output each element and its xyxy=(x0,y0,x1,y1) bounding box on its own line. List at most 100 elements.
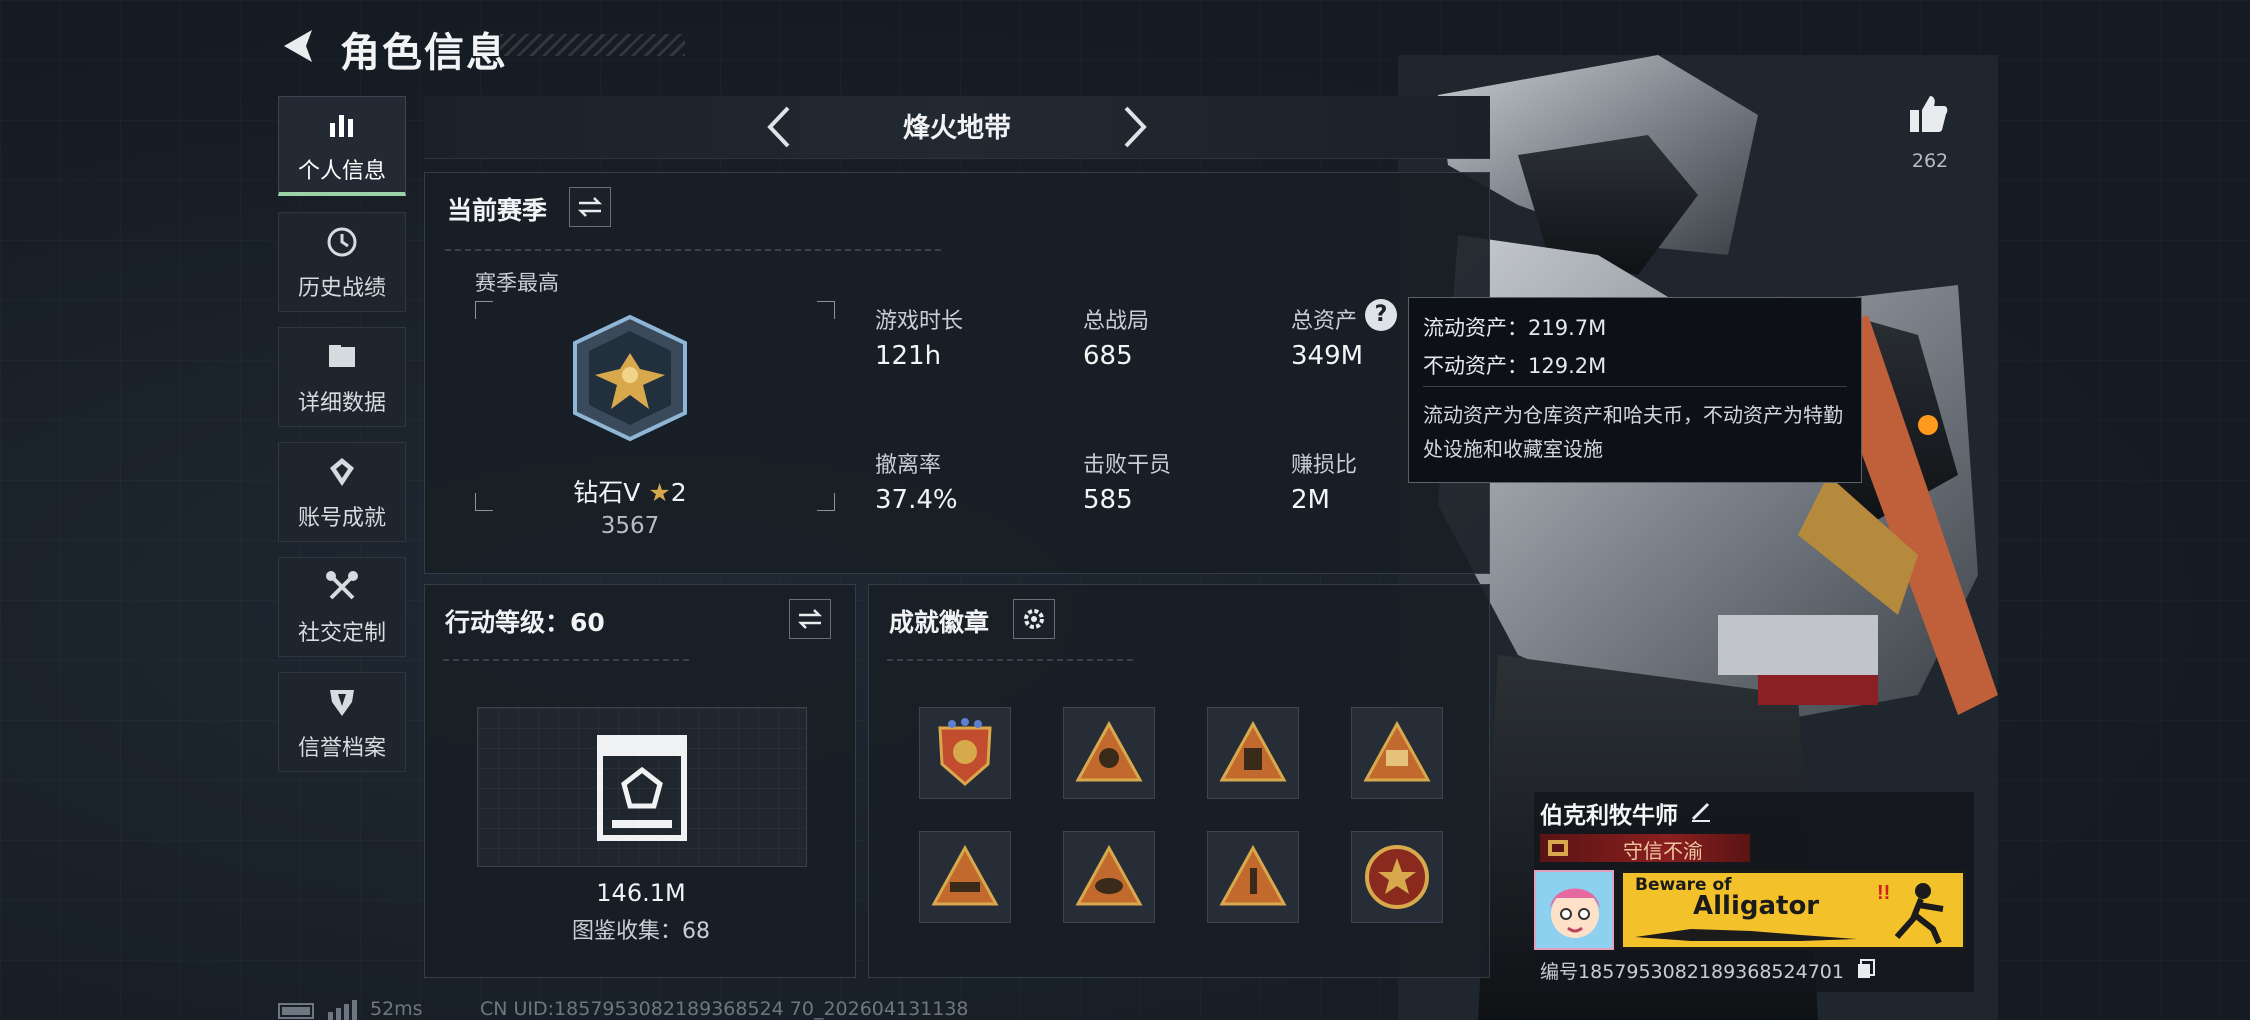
divider xyxy=(445,249,945,251)
chevron-left-icon[interactable] xyxy=(760,100,800,154)
action-level-switch-button[interactable] xyxy=(789,599,831,639)
rank-score: 3567 xyxy=(600,513,660,539)
page-title: 角色信息 xyxy=(340,30,508,76)
achievement-icon xyxy=(330,458,354,486)
bar-chart-icon xyxy=(330,114,353,137)
collection-display[interactable] xyxy=(477,707,807,867)
sidebar-item-credit[interactable]: 信誉档案 xyxy=(278,672,406,772)
honor-emblem-icon xyxy=(1548,840,1568,856)
star-icon: ★ xyxy=(648,478,671,507)
avatar[interactable] xyxy=(1534,870,1614,950)
footer-uid: CN UID:1857953082189368524 70_2026041311… xyxy=(480,998,969,1020)
season-switch-button[interactable] xyxy=(569,187,611,227)
ping-value: 52ms xyxy=(370,998,423,1020)
stat-value-extraction-rate: 37.4% xyxy=(875,485,958,515)
badge-tile[interactable] xyxy=(1351,707,1443,799)
badges-panel: 成就徽章 xyxy=(868,584,1490,978)
sidebar-item-label: 个人信息 xyxy=(297,158,386,184)
shield-badge-icon xyxy=(938,718,992,786)
divider xyxy=(443,659,693,661)
tooltip-divider xyxy=(1423,386,1847,387)
triangle-badge-icon xyxy=(1219,720,1287,782)
stat-value-playtime: 121h xyxy=(875,341,942,371)
player-banner[interactable]: Beware of Alligator !! xyxy=(1620,870,1966,950)
back-arrow-icon[interactable] xyxy=(276,24,320,68)
stat-label-profit-loss: 赚损比 xyxy=(1291,453,1358,478)
credit-shield-icon xyxy=(330,690,354,716)
player-id-line: 编号1857953082189368524701 xyxy=(1540,957,1844,984)
season-best-label: 赛季最高 xyxy=(475,271,559,295)
tools-icon xyxy=(326,571,358,600)
sidebar-item-social[interactable]: 社交定制 xyxy=(278,557,406,657)
player-id: 1857953082189368524701 xyxy=(1578,961,1844,983)
like-count: 262 xyxy=(1911,150,1949,172)
help-icon[interactable]: ? xyxy=(1365,299,1397,331)
sidebar-item-label: 信誉档案 xyxy=(297,736,386,761)
badge-tile[interactable] xyxy=(1207,831,1299,923)
collection-count: 图鉴收集：68 xyxy=(572,919,710,944)
tooltip-description: 流动资产为仓库资产和哈夫币，不动资产为特勤处设施和收藏室设施 xyxy=(1423,403,1843,461)
season-title: 当前赛季 xyxy=(447,196,548,225)
stat-label-playtime: 游戏时长 xyxy=(875,309,964,334)
chevron-right-icon[interactable] xyxy=(1114,100,1154,154)
sidebar-item-label: 账号成就 xyxy=(297,506,386,531)
player-name: 伯克利牧牛师 xyxy=(1540,803,1678,829)
sidebar-item-history[interactable]: 历史战绩 xyxy=(278,212,406,312)
swap-icon xyxy=(577,197,603,217)
folder-icon xyxy=(329,345,355,367)
signal-icon xyxy=(328,1000,357,1020)
collection-case-icon xyxy=(597,735,687,841)
triangle-badge-icon xyxy=(1075,720,1143,782)
season-panel: 当前赛季 赛季最高 钻石V ★2 3567 游戏时长 121h 总战局 685 … xyxy=(424,172,1490,574)
sidebar-item-label: 详细数据 xyxy=(297,391,386,416)
stat-label-total-assets: 总资产 xyxy=(1291,309,1358,334)
gear-icon xyxy=(1024,609,1044,629)
badge-tile[interactable] xyxy=(1063,707,1155,799)
badges-title: 成就徽章 xyxy=(889,608,990,637)
badge-tile[interactable] xyxy=(919,707,1011,799)
badge-tile[interactable] xyxy=(1063,831,1155,923)
tooltip-liquid-assets: 流动资产：219.7M xyxy=(1423,316,1607,340)
stat-value-operators-defeated: 585 xyxy=(1083,485,1133,515)
svg-text:!!: !! xyxy=(1877,882,1890,904)
triangle-badge-icon xyxy=(1075,844,1143,906)
sidebar-item-detailed-data[interactable]: 详细数据 xyxy=(278,327,406,427)
triangle-badge-icon xyxy=(1363,720,1431,782)
triangle-badge-icon xyxy=(931,844,999,906)
banner-line-2: Alligator xyxy=(1693,891,1820,921)
battery-icon xyxy=(278,1003,314,1019)
diamond-rank-emblem-icon xyxy=(573,314,687,442)
stat-label-extraction-rate: 撤离率 xyxy=(875,453,942,478)
title-decoration xyxy=(500,34,685,56)
stat-value-profit-loss: 2M xyxy=(1291,485,1330,515)
star-badge-icon xyxy=(1365,845,1429,909)
badge-tile[interactable] xyxy=(1351,831,1443,923)
action-level-title: 行动等级：60 xyxy=(445,608,605,637)
assets-tooltip: 流动资产：219.7M 不动资产：129.2M 流动资产为仓库资产和哈夫币，不动… xyxy=(1408,297,1862,483)
stat-label-operators-defeated: 击败干员 xyxy=(1083,453,1172,478)
divider xyxy=(887,659,1137,661)
sidebar-item-achievements[interactable]: 账号成就 xyxy=(278,442,406,542)
badge-tile[interactable] xyxy=(919,831,1011,923)
collection-value: 146.1M xyxy=(596,879,686,907)
sidebar-item-label: 历史战绩 xyxy=(297,276,386,301)
stat-value-total-assets: 349M xyxy=(1291,341,1364,371)
player-id-label: 编号 xyxy=(1540,961,1579,983)
sidebar-item-label: 社交定制 xyxy=(297,621,386,646)
badge-tile[interactable] xyxy=(1207,707,1299,799)
thumbs-up-icon[interactable] xyxy=(1906,92,1950,136)
rank-stars: 2 xyxy=(670,478,687,507)
badges-settings-button[interactable] xyxy=(1013,599,1055,639)
rank-label: 钻石V ★2 xyxy=(525,473,735,509)
alligator-icon xyxy=(1635,929,1857,941)
history-icon xyxy=(327,227,357,257)
edit-pencil-icon[interactable] xyxy=(1688,798,1714,824)
swap-icon xyxy=(797,609,823,629)
copy-icon[interactable] xyxy=(1856,958,1876,980)
mode-title: 烽火地带 xyxy=(903,113,1011,144)
tooltip-fixed-assets: 不动资产：129.2M xyxy=(1423,354,1607,378)
rank-name: 钻石V xyxy=(573,478,641,507)
sidebar-item-personal-info[interactable]: 个人信息 xyxy=(278,96,406,196)
running-figure-icon: !! xyxy=(1877,882,1944,945)
honor-title: 守信不渝 xyxy=(1623,839,1703,863)
